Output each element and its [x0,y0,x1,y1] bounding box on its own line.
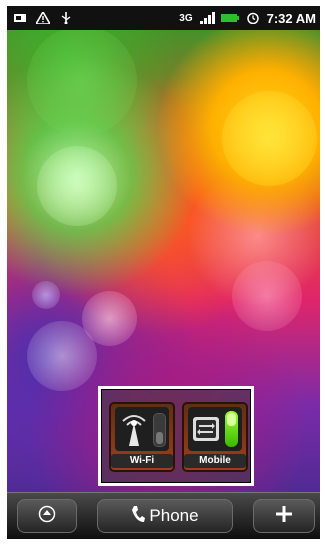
usb-icon [59,12,73,25]
network-type: 3G [179,12,193,24]
add-icon [275,505,293,528]
warning-icon [34,10,52,25]
phone-screen: 3G 7:32 AM Wi-Fi Mobile Phone [7,6,320,539]
wifi-panel [115,407,169,451]
signal-icon [199,12,215,24]
wifi-icon [119,413,149,452]
toggle-switch-off [153,413,166,447]
data-sync-icon [192,416,220,447]
phone-label: Phone [149,506,199,525]
bokeh-circle [222,91,317,186]
mobile-label: Mobile [184,454,246,468]
add-button[interactable] [253,499,315,533]
mobile-panel [188,407,242,451]
all-apps-button[interactable] [17,499,77,533]
bokeh-circle [232,261,302,331]
connectivity-widget: Wi-Fi Mobile [98,386,254,486]
alarm-icon [246,12,260,25]
bokeh-circle [27,26,137,136]
screenshot-icon [13,12,27,24]
battery-icon [220,12,239,24]
wifi-toggle[interactable]: Wi-Fi [109,402,175,472]
toggle-switch-on [225,411,238,447]
dock-bar: Phone [7,492,320,539]
wifi-label: Wi-Fi [111,454,173,468]
apps-icon [38,505,56,528]
bokeh-circle [32,281,60,309]
mobile-data-toggle[interactable]: Mobile [182,402,248,472]
phone-icon [131,505,146,528]
bokeh-circle [27,321,97,391]
clock: 7:32 AM [266,10,316,26]
status-bar: 3G 7:32 AM [7,6,320,30]
bokeh-circle [37,146,117,226]
phone-button[interactable]: Phone [97,499,233,533]
